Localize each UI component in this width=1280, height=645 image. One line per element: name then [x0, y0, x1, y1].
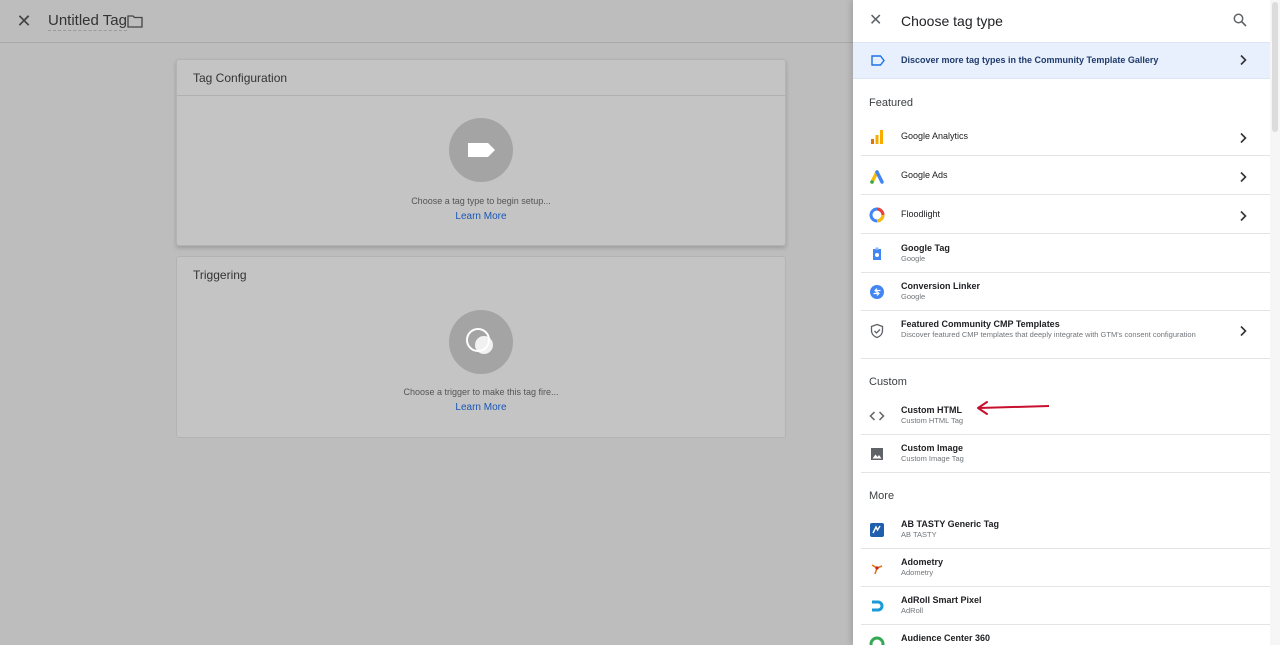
- item-name: Audience Center 360: [901, 633, 991, 643]
- learn-more-link[interactable]: Learn More: [177, 211, 785, 222]
- conversion-linker-icon: [870, 285, 884, 299]
- folder-icon[interactable]: [127, 14, 143, 28]
- item-name: Google Tag: [901, 243, 950, 253]
- close-icon[interactable]: ✕: [14, 11, 34, 31]
- tag-name-field[interactable]: Untitled Tag: [48, 12, 127, 31]
- list-item-ab-tasty[interactable]: AB TASTY Generic Tag AB TASTY: [853, 511, 1270, 549]
- list-item-community-cmp-templates[interactable]: Featured Community CMP Templates Discove…: [853, 311, 1270, 359]
- ab-tasty-icon: [870, 523, 884, 537]
- list-item-google-ads[interactable]: Google Ads: [853, 157, 1270, 195]
- panel-title: Choose tag type: [901, 13, 1003, 29]
- section-custom: Custom: [869, 376, 907, 388]
- item-vendor: Adometry: [901, 568, 934, 577]
- panel-scrollbar[interactable]: [1270, 0, 1280, 645]
- choose-tag-type-panel: ✕ Choose tag type Discover more tag type…: [853, 0, 1280, 645]
- google-tag-icon: [873, 247, 881, 260]
- chevron-right-icon: [1240, 54, 1247, 66]
- section-more: More: [869, 490, 895, 502]
- tag-outline-icon: [871, 55, 885, 66]
- panel-header: ✕ Choose tag type: [853, 0, 1270, 42]
- item-vendor: AdRoll: [901, 606, 924, 615]
- tag-placeholder-icon[interactable]: [449, 118, 513, 182]
- item-name: Adometry: [901, 557, 944, 567]
- list-item-custom-html[interactable]: Custom HTML Custom HTML Tag: [853, 397, 1270, 435]
- item-vendor: Google: [901, 292, 926, 301]
- community-gallery-label: Discover more tag types in the Community…: [901, 55, 1159, 65]
- trigger-placeholder-icon[interactable]: [449, 310, 513, 374]
- section-featured: Featured: [869, 97, 914, 109]
- chevron-right-icon: [1240, 325, 1247, 337]
- editor-topbar: ✕ Untitled Tag: [0, 0, 853, 43]
- item-name: Custom HTML: [901, 405, 962, 415]
- chevron-right-icon: [1240, 171, 1247, 183]
- audience-center-icon: [869, 636, 885, 645]
- list-item-google-tag[interactable]: Google Tag Google: [853, 235, 1270, 273]
- item-name: AdRoll Smart Pixel: [901, 595, 982, 605]
- card-title: Triggering: [193, 268, 247, 282]
- item-name: Google Analytics: [901, 131, 969, 141]
- list-item-adroll[interactable]: AdRoll Smart Pixel AdRoll: [853, 587, 1270, 625]
- item-description: Custom Image Tag: [901, 454, 964, 463]
- list-item-audience-center-360[interactable]: Audience Center 360: [853, 625, 1270, 645]
- list-item-floodlight[interactable]: Floodlight: [853, 196, 1270, 234]
- card-title: Tag Configuration: [177, 60, 785, 96]
- adroll-icon: [872, 600, 884, 612]
- adometry-icon: [871, 564, 883, 575]
- item-name: Featured Community CMP Templates: [901, 319, 1060, 329]
- annotation-arrow-icon: [977, 401, 1050, 415]
- list-item-conversion-linker[interactable]: Conversion Linker Google: [853, 273, 1270, 311]
- item-name: Floodlight: [901, 209, 941, 219]
- triggering-card[interactable]: Triggering Choose a trigger to make this…: [176, 256, 786, 438]
- list-item-google-analytics[interactable]: Google Analytics: [853, 118, 1270, 156]
- list-item-custom-image[interactable]: Custom Image Custom Image Tag: [853, 435, 1270, 473]
- item-name: Conversion Linker: [901, 281, 981, 291]
- item-vendor: AB TASTY: [901, 530, 937, 539]
- chevron-right-icon: [1240, 132, 1247, 144]
- close-icon[interactable]: ✕: [869, 11, 882, 31]
- shield-check-icon: [870, 323, 884, 339]
- learn-more-link[interactable]: Learn More: [177, 402, 785, 413]
- code-icon: [869, 411, 885, 421]
- tag-editor: ✕ Untitled Tag Tag Configuration Choose …: [0, 0, 853, 645]
- image-icon: [871, 448, 883, 460]
- google-analytics-icon: [871, 130, 883, 144]
- triggering-hint: Choose a trigger to make this tag fire..…: [403, 387, 559, 397]
- item-description: Discover featured CMP templates that dee…: [901, 330, 1196, 339]
- item-name: Google Ads: [901, 170, 948, 180]
- list-item-adometry[interactable]: Adometry Adometry: [853, 549, 1270, 587]
- floodlight-icon: [869, 207, 885, 223]
- google-ads-icon: [870, 170, 884, 184]
- item-description: Custom HTML Tag: [901, 416, 964, 425]
- chevron-right-icon: [1240, 210, 1247, 222]
- community-gallery-banner[interactable]: Discover more tag types in the Community…: [853, 42, 1270, 79]
- item-vendor: Google: [901, 254, 926, 263]
- tag-configuration-card[interactable]: Tag Configuration Choose a tag type to b…: [176, 59, 786, 246]
- tag-config-hint: Choose a tag type to begin setup...: [411, 196, 551, 206]
- search-icon[interactable]: [1233, 13, 1247, 27]
- item-name: AB TASTY Generic Tag: [901, 519, 1000, 529]
- item-name: Custom Image: [901, 443, 964, 453]
